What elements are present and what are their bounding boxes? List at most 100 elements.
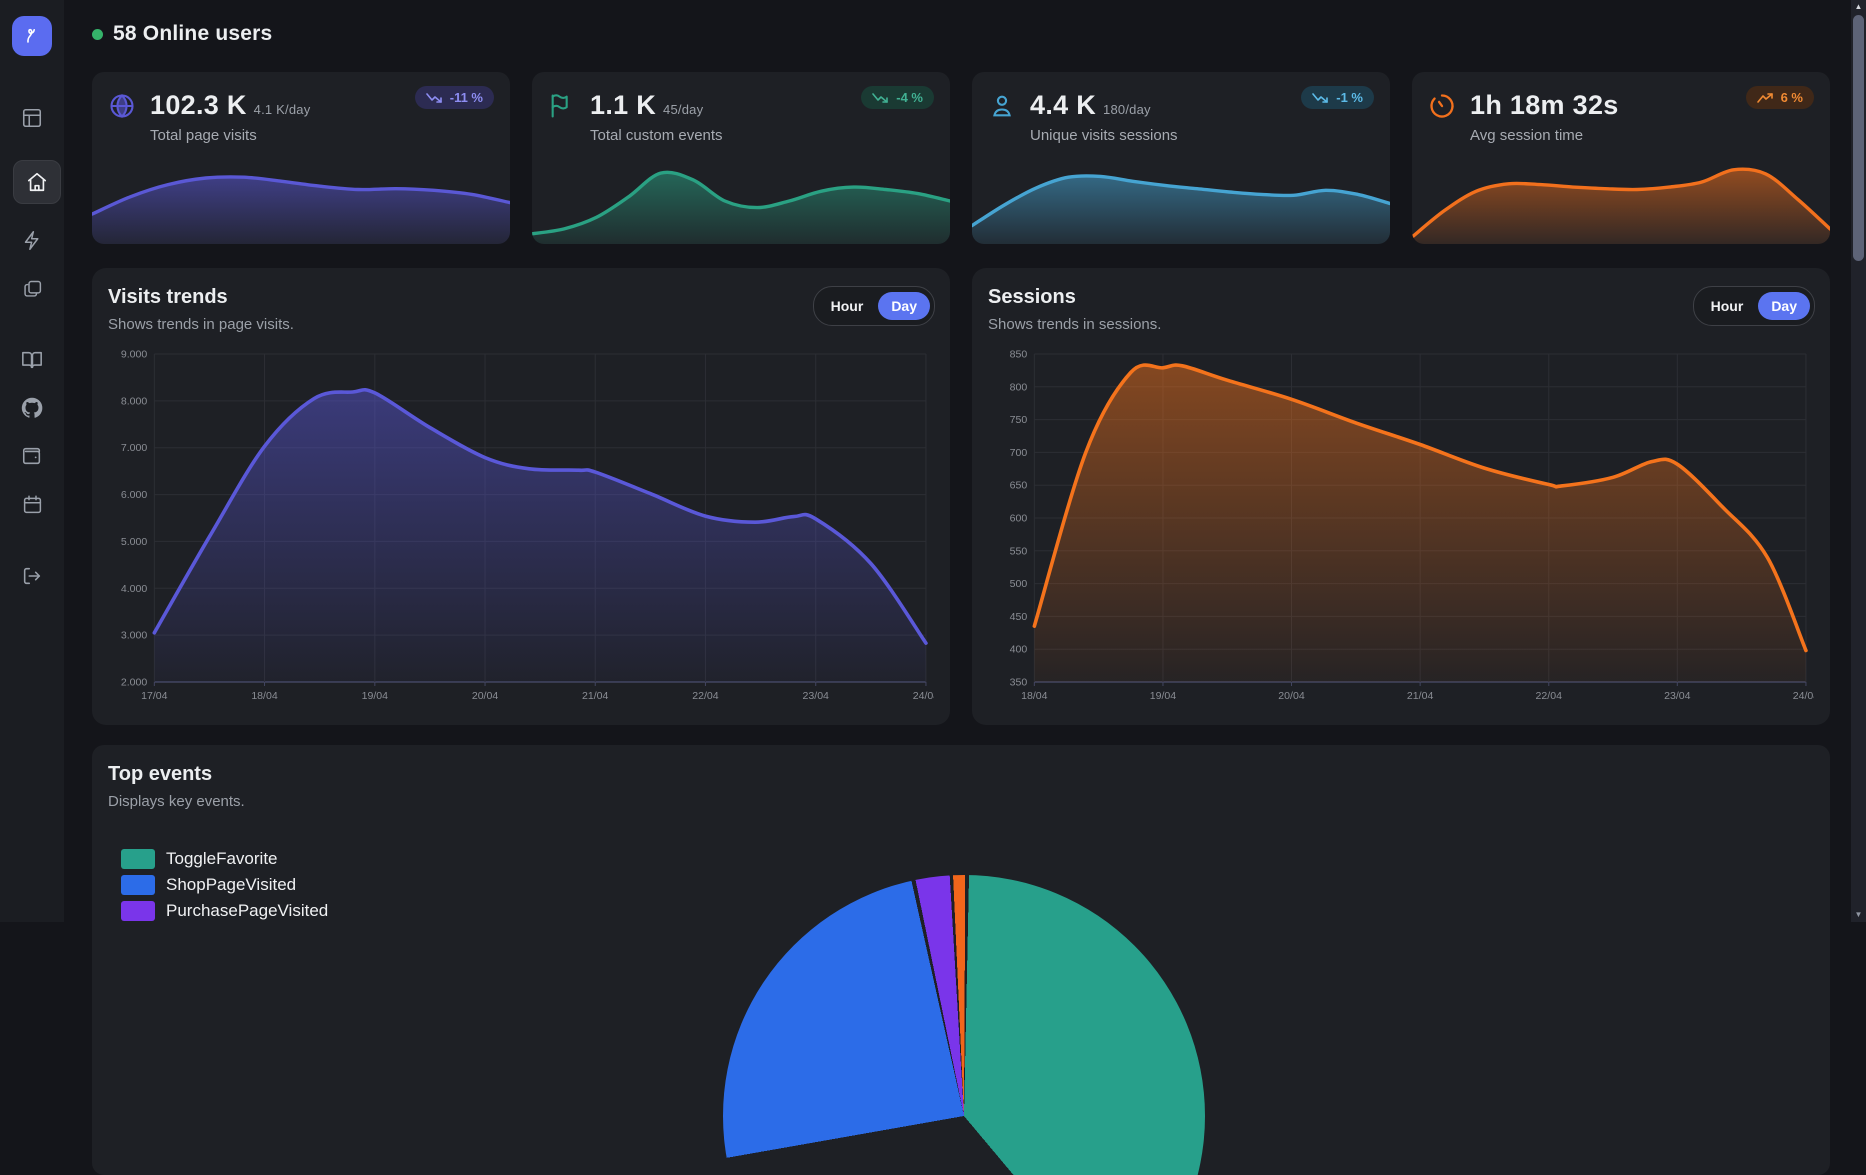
- svg-text:18/04: 18/04: [1021, 690, 1048, 702]
- toggle-day-button[interactable]: Day: [878, 292, 930, 320]
- calendar-icon: [22, 494, 43, 515]
- sidebar-item-logout[interactable]: [0, 554, 64, 598]
- top-events-card: Top events Displays key events. ToggleFa…: [92, 745, 1830, 1175]
- svg-text:5.000: 5.000: [121, 536, 148, 548]
- svg-text:400: 400: [1010, 644, 1028, 656]
- svg-text:800: 800: [1010, 381, 1028, 393]
- charts-row: Visits trends Shows trends in page visit…: [92, 268, 1830, 725]
- logout-icon: [21, 565, 43, 587]
- stat-rate: 45/day: [663, 102, 703, 117]
- trending-down-icon: [872, 92, 889, 104]
- toggle-hour-button[interactable]: Hour: [818, 292, 877, 320]
- chart-subtitle: Shows trends in sessions.: [988, 316, 1161, 333]
- legend-item-purchasepagevisited[interactable]: PurchasePageVisited: [121, 901, 328, 921]
- sidebar-item-pages[interactable]: [0, 266, 64, 310]
- stat-label: Avg session time: [1470, 127, 1626, 144]
- svg-text:21/04: 21/04: [1407, 690, 1434, 702]
- trend-badge: 6 %: [1746, 86, 1814, 109]
- stat-rate: 4.1 K/day: [254, 102, 311, 117]
- trend-badge: -11 %: [415, 86, 494, 109]
- stat-value: 102.3 K4.1 K/day: [150, 90, 310, 121]
- legend-label: ToggleFavorite: [166, 849, 278, 869]
- stat-value: 1h 18m 32s: [1470, 90, 1626, 121]
- svg-text:24/04: 24/04: [1793, 690, 1814, 702]
- svg-text:750: 750: [1010, 414, 1028, 426]
- online-users-count: 58 Online users: [113, 22, 272, 46]
- trend-badge: -1 %: [1301, 86, 1374, 109]
- hour-day-toggle: Hour Day: [813, 286, 935, 326]
- book-open-icon: [21, 349, 43, 371]
- sidebar-item-events[interactable]: [0, 218, 64, 262]
- svg-text:850: 850: [1010, 349, 1028, 361]
- legend-swatch: [121, 849, 155, 869]
- pie-legend: ToggleFavorite ShopPageVisited PurchaseP…: [121, 849, 328, 921]
- trending-up-icon: [1757, 92, 1774, 104]
- trending-down-icon: [426, 92, 443, 104]
- globe-icon: [108, 92, 136, 120]
- legend-label: PurchasePageVisited: [166, 901, 328, 921]
- sidebar-item-home[interactable]: [13, 160, 61, 204]
- scrollbar[interactable]: ▲ ▼: [1851, 0, 1866, 922]
- svg-text:6.000: 6.000: [121, 489, 148, 501]
- sidebar-item-calendar[interactable]: [0, 482, 64, 526]
- legend-item-togglefavorite[interactable]: ToggleFavorite: [121, 849, 328, 869]
- hour-day-toggle: Hour Day: [1693, 286, 1815, 326]
- top-events-pie-chart[interactable]: [723, 875, 1205, 1175]
- sidebar-item-docs[interactable]: [0, 338, 64, 382]
- toggle-day-button[interactable]: Day: [1758, 292, 1810, 320]
- sidebar-item-wallet[interactable]: [0, 434, 64, 478]
- svg-text:700: 700: [1010, 447, 1028, 459]
- svg-text:18/04: 18/04: [251, 690, 278, 702]
- app-logo[interactable]: [12, 16, 52, 56]
- stat-card-unique-sessions: 4.4 K180/day Unique visits sessions -1 %: [972, 72, 1390, 244]
- toggle-hour-button[interactable]: Hour: [1698, 292, 1757, 320]
- stat-card-session-time: 1h 18m 32s Avg session time 6 %: [1412, 72, 1830, 244]
- svg-text:19/04: 19/04: [1150, 690, 1177, 702]
- main-content: 58 Online users 102.3 K4.1 K/day Total p…: [64, 0, 1866, 922]
- legend-label: ShopPageVisited: [166, 875, 296, 895]
- svg-text:600: 600: [1010, 513, 1028, 525]
- legend-swatch: [121, 875, 155, 895]
- chart-title: Sessions: [988, 286, 1076, 309]
- legend-swatch: [121, 901, 155, 921]
- svg-text:17/04: 17/04: [141, 690, 168, 702]
- scrollbar-thumb[interactable]: [1853, 15, 1864, 261]
- stat-card-custom-events: 1.1 K45/day Total custom events -4 %: [532, 72, 950, 244]
- zap-icon: [22, 230, 43, 251]
- svg-text:20/04: 20/04: [1278, 690, 1305, 702]
- sidebar-item-dashboard[interactable]: [0, 96, 64, 140]
- stat-label: Unique visits sessions: [1030, 127, 1178, 144]
- svg-text:3.000: 3.000: [121, 630, 148, 642]
- svg-text:2.000: 2.000: [121, 677, 148, 689]
- user-icon: [988, 92, 1016, 120]
- sidebar-item-github[interactable]: [0, 386, 64, 430]
- svg-text:450: 450: [1010, 611, 1028, 623]
- sidebar: [0, 0, 64, 922]
- sessions-card: Sessions Shows trends in sessions. Hour …: [972, 268, 1830, 725]
- stat-sparkline: [92, 152, 510, 244]
- panels-icon: [21, 107, 43, 129]
- trending-down-icon: [1312, 92, 1329, 104]
- visits-trends-card: Visits trends Shows trends in page visit…: [92, 268, 950, 725]
- svg-text:4.000: 4.000: [121, 583, 148, 595]
- scroll-down-arrow[interactable]: ▼: [1851, 908, 1866, 922]
- sessions-chart: 35040045050055060065070075080085018/0419…: [988, 344, 1814, 708]
- svg-text:350: 350: [1010, 677, 1028, 689]
- svg-text:20/04: 20/04: [472, 690, 499, 702]
- flag-icon: [548, 92, 576, 120]
- svg-text:8.000: 8.000: [121, 395, 148, 407]
- home-icon: [26, 171, 48, 193]
- legend-item-shoppagevisited[interactable]: ShopPageVisited: [121, 875, 328, 895]
- stat-rate: 180/day: [1103, 102, 1151, 117]
- stat-card-page-visits: 102.3 K4.1 K/day Total page visits -11 %: [92, 72, 510, 244]
- stat-sparkline: [532, 152, 950, 244]
- timer-icon: [1428, 92, 1456, 120]
- top-events-subtitle: Displays key events.: [108, 793, 245, 810]
- stat-label: Total page visits: [150, 127, 310, 144]
- svg-text:19/04: 19/04: [362, 690, 389, 702]
- scroll-up-arrow[interactable]: ▲: [1851, 0, 1866, 14]
- stats-row: 102.3 K4.1 K/day Total page visits -11 %…: [92, 72, 1830, 244]
- chart-subtitle: Shows trends in page visits.: [108, 316, 294, 333]
- logo-wave-icon: [20, 24, 44, 48]
- stat-sparkline: [972, 152, 1390, 244]
